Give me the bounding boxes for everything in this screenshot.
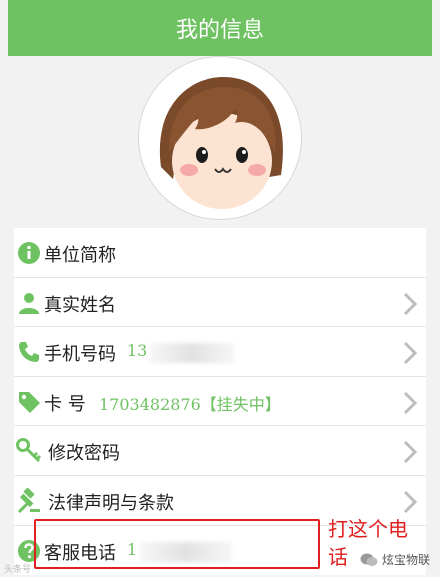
- row-label: 手机号码: [44, 344, 116, 366]
- page-header: 我的信息: [8, 0, 432, 56]
- gavel-icon: [16, 487, 42, 514]
- row-label: 卡 号: [44, 393, 86, 415]
- page-title: 我的信息: [175, 18, 264, 43]
- chevron-right-icon: [403, 441, 418, 464]
- chevron-right-icon: [403, 391, 418, 414]
- list-item-real-name[interactable]: 真实姓名: [14, 278, 426, 328]
- row-label: 修改密码: [48, 443, 120, 465]
- wechat-icon: [360, 553, 378, 566]
- annotation-highlight-box: [34, 519, 320, 569]
- chevron-right-icon: [403, 342, 418, 365]
- watermark-left: 头条号: [4, 565, 32, 575]
- key-icon: [16, 438, 42, 464]
- info-icon: [16, 240, 42, 266]
- chevron-right-icon: [403, 292, 418, 315]
- chevron-right-icon: [403, 490, 418, 514]
- phone-value: 13: [127, 341, 148, 361]
- redacted-mask: [150, 343, 234, 364]
- list-item-unit-name[interactable]: 单位简称: [14, 228, 426, 278]
- list-item-card-number[interactable]: 卡 号 1703482876【挂失中】: [14, 377, 426, 427]
- row-label: 真实姓名: [44, 294, 116, 316]
- profile-section: [8, 56, 432, 228]
- card-number-value: 1703482876【挂失中】: [99, 394, 281, 414]
- tag-icon: [16, 389, 42, 415]
- list-item-change-password[interactable]: 修改密码: [14, 426, 426, 476]
- watermark-right: 炫宝物联: [360, 551, 430, 568]
- row-label: 法律声明与条款: [48, 492, 174, 514]
- watermark-brand: 炫宝物联: [382, 553, 431, 567]
- list-item-phone[interactable]: 手机号码 13: [14, 327, 426, 377]
- avatar[interactable]: [138, 56, 302, 220]
- cartoon-face-icon: [159, 77, 283, 209]
- person-icon: [16, 290, 42, 316]
- row-label: 单位简称: [44, 245, 116, 266]
- phone-icon: [16, 339, 42, 365]
